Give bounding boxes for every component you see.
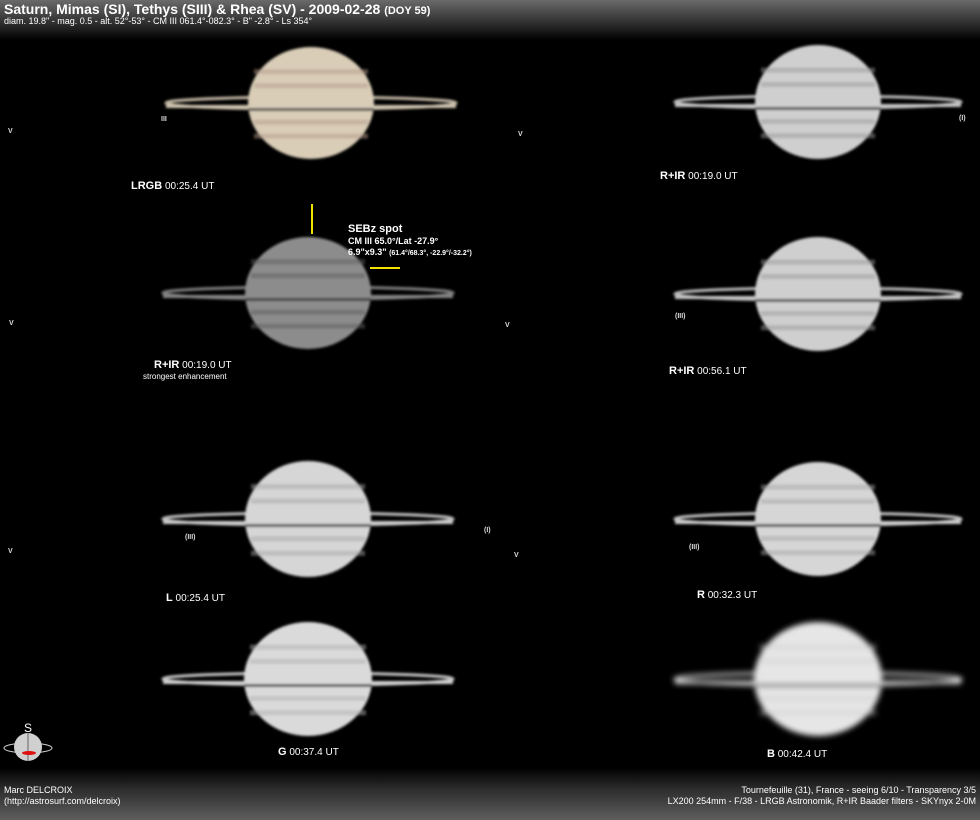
saturn-image (673, 45, 963, 159)
label-l: L 00:25.4 UT (166, 592, 225, 604)
moon-mimas-label: (I) (484, 527, 491, 534)
moon-rhea-label: V (505, 322, 510, 329)
moon-rhea-label: V (8, 128, 13, 135)
moon-rhea-label: V (514, 552, 519, 559)
saturn-image (164, 47, 458, 159)
spot-title: SEBz spot (348, 223, 403, 235)
compass-south-label: S (24, 721, 33, 735)
moon-rhea-label: V (8, 548, 13, 555)
footer-equipment: Tournefeuille (31), France - seeing 6/10… (667, 785, 976, 806)
saturn-image (673, 622, 963, 736)
spot-size: 6.9"x9.3" (61.4°/68.3°, -22.9°/-32.2°) (348, 247, 472, 257)
orientation-compass-icon (3, 733, 53, 761)
spot-coordinates: CM III 65.0°/Lat -27.9° (348, 236, 439, 246)
moon-rhea-label: V (9, 320, 14, 327)
moon-tethys-label: III (161, 116, 167, 123)
label-rir-2: R+IR 00:56.1 UT (669, 365, 747, 377)
saturn-image (161, 622, 455, 736)
saturn-image (161, 461, 455, 577)
label-rir-enhanced: R+IR 00:19.0 UT (154, 359, 232, 371)
footer-credits: Marc DELCROIX (http://astrosurf.com/delcr… (4, 785, 121, 806)
moon-tethys-label: (III) (675, 313, 686, 320)
label-b: B 00:42.4 UT (767, 748, 828, 760)
label-lrgb: LRGB 00:25.4 UT (131, 180, 215, 192)
saturn-image (673, 462, 963, 576)
moon-tethys-label: (III) (689, 544, 700, 551)
label-g: G 00:37.4 UT (278, 746, 339, 758)
moon-tethys-label: (III) (185, 534, 196, 541)
saturn-images (3, 45, 963, 761)
label-enhancement-note: strongest enhancement (143, 372, 227, 381)
label-rir-1: R+IR 00:19.0 UT (660, 170, 738, 182)
moon-rhea-label: V (518, 131, 523, 138)
moon-mimas-label: (I) (959, 115, 966, 122)
label-r: R 00:32.3 UT (697, 589, 758, 601)
saturn-image (673, 237, 963, 351)
